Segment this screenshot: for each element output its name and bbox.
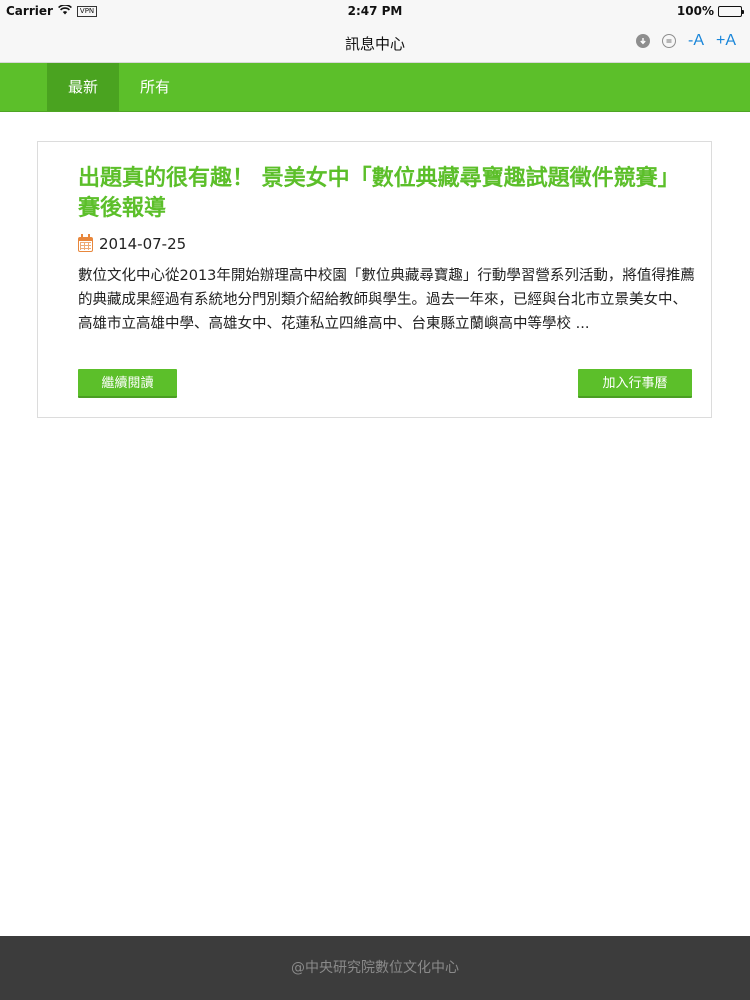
- tab-bar: 最新 所有: [0, 63, 750, 112]
- battery-percent: 100%: [676, 4, 714, 18]
- download-icon[interactable]: [635, 34, 650, 48]
- refresh-icon[interactable]: [661, 34, 676, 48]
- nav-bar: 訊息中心 -A +A: [0, 22, 750, 63]
- article-title[interactable]: 出題真的很有趣！ 景美女中「數位典藏尋寶趣試題徵件競賽」賽後報導: [78, 164, 688, 224]
- battery-icon: [718, 5, 744, 17]
- article-card: 出題真的很有趣！ 景美女中「數位典藏尋寶趣試題徵件競賽」賽後報導 2014-07…: [37, 141, 712, 418]
- status-right: 100%: [676, 4, 744, 18]
- add-to-calendar-button[interactable]: 加入行事曆: [578, 369, 692, 398]
- article-excerpt: 數位文化中心從2013年開始辦理高中校園「數位典藏尋寶趣」行動學習營系列活動，將…: [78, 268, 695, 332]
- status-bar: Carrier VPN 2:47 PM 100%: [0, 0, 750, 22]
- font-increase-button[interactable]: +A: [716, 32, 736, 50]
- read-more-button[interactable]: 繼續閱讀: [78, 369, 177, 398]
- article-date: 2014-07-25: [99, 235, 187, 253]
- tab-latest[interactable]: 最新: [47, 63, 119, 111]
- footer-text: @中央研究院數位文化中心: [291, 960, 459, 976]
- article-date-row: 2014-07-25: [78, 233, 187, 253]
- footer: @中央研究院數位文化中心: [0, 936, 750, 1000]
- status-time: 2:47 PM: [347, 4, 403, 18]
- tab-all[interactable]: 所有: [119, 63, 191, 111]
- calendar-icon: [78, 233, 93, 252]
- nav-tools: -A +A: [635, 32, 736, 50]
- font-decrease-button[interactable]: -A: [688, 32, 704, 50]
